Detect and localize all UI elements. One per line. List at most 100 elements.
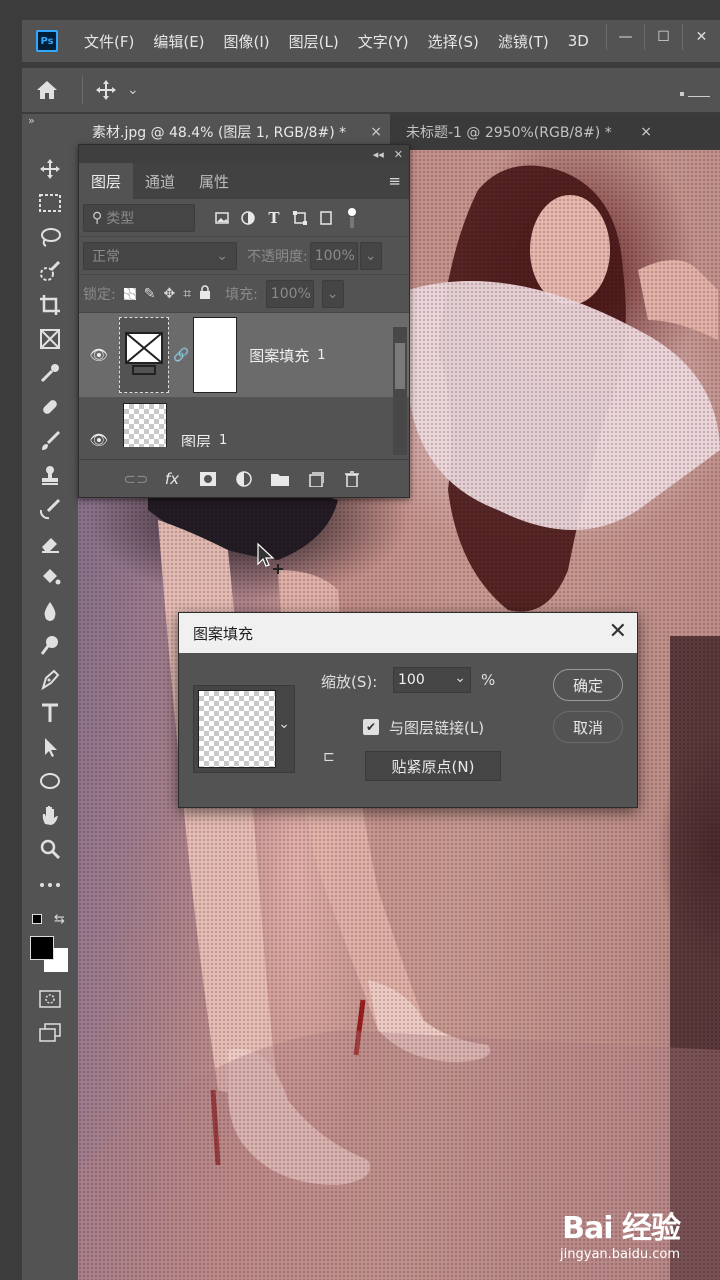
screen-mode-icon[interactable]: [22, 1018, 78, 1048]
blend-mode-select[interactable]: 正常 ⌄: [83, 241, 237, 270]
folder-icon[interactable]: [267, 466, 293, 492]
scroll-thumb[interactable]: [395, 343, 405, 389]
adjustment-filter-icon[interactable]: [235, 205, 261, 231]
filter-kind-select[interactable]: ⚲ 类型: [83, 203, 195, 232]
menu-image[interactable]: 图像(I): [224, 31, 270, 52]
minimize-button[interactable]: —: [606, 24, 644, 50]
foreground-color-swatch[interactable]: [30, 936, 54, 960]
smart-object-filter-icon[interactable]: [313, 205, 339, 231]
more-tools-icon[interactable]: [22, 870, 78, 900]
blur-tool-icon[interactable]: [22, 596, 78, 626]
move-icon[interactable]: [93, 79, 119, 101]
chevron-down-icon[interactable]: ⌄: [359, 241, 382, 270]
scale-input[interactable]: 100 ⌄: [393, 667, 471, 693]
default-colors-icon[interactable]: [32, 914, 42, 924]
tab-channels[interactable]: 通道: [133, 163, 187, 199]
panel-menu-icon[interactable]: ≡: [388, 172, 401, 190]
visibility-eye-icon[interactable]: 👁: [79, 431, 119, 447]
close-window-button[interactable]: ✕: [682, 24, 720, 50]
quick-select-tool-icon[interactable]: [22, 256, 78, 286]
blend-mode-value: 正常: [92, 248, 120, 265]
frame-tool-icon[interactable]: [22, 324, 78, 354]
opacity-input[interactable]: 100%: [309, 241, 358, 270]
link-with-layer-checkbox[interactable]: ✔: [363, 719, 379, 735]
quick-mask-icon[interactable]: [22, 984, 78, 1014]
clone-stamp-tool-icon[interactable]: [22, 460, 78, 490]
close-icon[interactable]: ✕: [609, 619, 627, 644]
hand-tool-icon[interactable]: [22, 800, 78, 830]
new-layer-icon[interactable]: [303, 466, 329, 492]
trash-icon[interactable]: [339, 466, 365, 492]
lock-brush-icon[interactable]: ✎: [144, 286, 156, 302]
zoom-tool-icon[interactable]: [22, 834, 78, 864]
mask-icon[interactable]: [195, 466, 221, 492]
healing-brush-tool-icon[interactable]: [22, 392, 78, 422]
menu-file[interactable]: 文件(F): [84, 31, 134, 52]
tab-document-2[interactable]: 未标题-1 @ 2950%(RGB/8#) * ×: [392, 114, 660, 150]
shape-filter-icon[interactable]: [287, 205, 313, 231]
history-brush-tool-icon[interactable]: [22, 494, 78, 524]
lock-transparent-icon[interactable]: [123, 287, 136, 300]
menu-filter[interactable]: 滤镜(T): [498, 31, 549, 52]
chevron-down-icon[interactable]: ⌄: [454, 670, 466, 686]
collapse-panel-icon[interactable]: ◂◂: [373, 148, 384, 161]
pattern-picker[interactable]: ⌄: [193, 685, 295, 773]
eraser-tool-icon[interactable]: [22, 528, 78, 558]
tab-properties[interactable]: 属性: [187, 163, 241, 199]
layer-row-pattern-fill[interactable]: 👁 🔗 图案填充 1: [79, 313, 409, 397]
layers-scrollbar[interactable]: [393, 327, 407, 455]
menu-type[interactable]: 文字(Y): [358, 31, 409, 52]
lasso-tool-icon[interactable]: [22, 222, 78, 252]
menu-select[interactable]: 选择(S): [428, 31, 479, 52]
tab-layers[interactable]: 图层: [79, 163, 134, 199]
link-with-layer-label[interactable]: 与图层链接(L): [389, 717, 484, 738]
chevron-down-icon[interactable]: ⌄: [278, 716, 290, 732]
eyedropper-tool-icon[interactable]: [22, 358, 78, 388]
close-panel-icon[interactable]: ✕: [394, 148, 403, 161]
menu-3d[interactable]: 3D: [568, 32, 589, 50]
type-filter-icon[interactable]: T: [261, 205, 287, 231]
dodge-tool-icon[interactable]: [22, 630, 78, 660]
marquee-tool-icon[interactable]: [22, 188, 78, 218]
scale-value: 100: [398, 672, 425, 688]
close-icon[interactable]: ×: [370, 124, 382, 140]
brush-tool-icon[interactable]: [22, 426, 78, 456]
fx-icon[interactable]: fx: [159, 466, 185, 492]
path-select-tool-icon[interactable]: [22, 732, 78, 762]
ok-button[interactable]: 确定: [553, 669, 623, 701]
lock-position-icon[interactable]: ✥: [163, 286, 175, 302]
crop-tool-icon[interactable]: [22, 290, 78, 320]
snap-to-origin-button[interactable]: 贴紧原点(N): [365, 751, 501, 781]
window-controls: — ☐ ✕: [606, 24, 720, 50]
layer-row-layer-1[interactable]: 👁 图层 1: [79, 397, 409, 447]
tool-preset-dropdown[interactable]: ⌄: [127, 82, 139, 98]
cancel-button[interactable]: 取消: [553, 711, 623, 743]
chevron-down-icon[interactable]: ⌄: [321, 279, 344, 308]
layer-mask-thumbnail[interactable]: [193, 317, 238, 393]
ellipse-tool-icon[interactable]: [22, 766, 78, 796]
link-icon[interactable]: ⊂⊃: [123, 466, 149, 492]
move-tool-icon[interactable]: [22, 154, 78, 184]
pen-tool-icon[interactable]: [22, 664, 78, 694]
fill-input[interactable]: 100%: [265, 279, 314, 308]
lock-artboard-icon[interactable]: ⌗: [183, 286, 191, 302]
adjustment-icon[interactable]: [231, 466, 257, 492]
lock-all-icon[interactable]: [199, 284, 211, 303]
visibility-eye-icon[interactable]: 👁: [79, 346, 119, 364]
photoshop-logo[interactable]: Ps: [36, 30, 58, 52]
image-filter-icon[interactable]: [209, 205, 235, 231]
chain-link-icon[interactable]: 🔗: [173, 348, 189, 363]
menu-layer[interactable]: 图层(L): [289, 31, 339, 52]
opacity-label: 不透明度:: [247, 248, 308, 265]
close-icon[interactable]: ×: [640, 124, 652, 140]
type-tool-icon[interactable]: [22, 698, 78, 728]
toolbar-collapse[interactable]: »: [28, 114, 35, 127]
dialog-title-bar[interactable]: 图案填充 ✕: [179, 613, 637, 653]
snap-origin-icon[interactable]: ⊏: [323, 749, 335, 765]
filter-toggle-icon[interactable]: [339, 205, 365, 231]
restore-button[interactable]: ☐: [644, 24, 682, 50]
swap-colors-icon[interactable]: ⇆: [54, 912, 65, 927]
menu-edit[interactable]: 编辑(E): [153, 31, 204, 52]
home-icon[interactable]: [22, 80, 72, 100]
paint-bucket-tool-icon[interactable]: [22, 562, 78, 592]
